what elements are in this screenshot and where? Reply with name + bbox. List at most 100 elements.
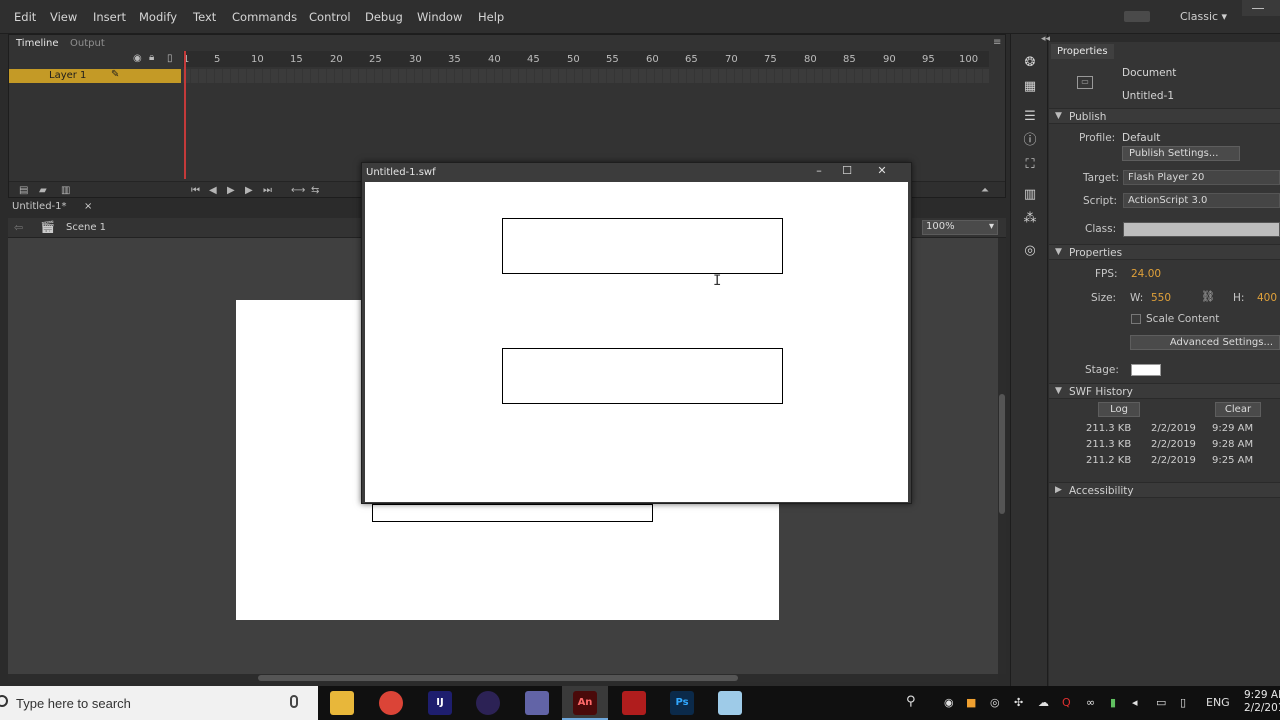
stage-text-field[interactable]: [372, 504, 653, 522]
eye-icon[interactable]: ◉: [133, 53, 142, 64]
target-select[interactable]: Flash Player 20: [1123, 170, 1280, 185]
layer-row[interactable]: Layer 1 ✎: [9, 69, 181, 83]
tray-app-icon[interactable]: ◉: [944, 696, 954, 709]
step-forward-icon[interactable]: ▶: [245, 185, 253, 196]
tab-properties[interactable]: Properties: [1051, 44, 1114, 59]
vertical-scrollbar[interactable]: [998, 238, 1006, 674]
people-icon[interactable]: ⚲: [906, 694, 916, 709]
tray-app-icon[interactable]: ▮: [1110, 696, 1116, 709]
animate-icon[interactable]: An: [573, 691, 597, 715]
tab-output[interactable]: Output: [65, 37, 110, 50]
swf-history-section-header[interactable]: ▼ SWF History: [1049, 383, 1280, 399]
frame-ruler[interactable]: 1 5 10 15 20 25 30 35 40 45 50 55 60 65 …: [183, 51, 989, 67]
go-last-frame-icon[interactable]: ⏭: [263, 185, 272, 196]
zoom-select[interactable]: 100% ▾: [922, 220, 998, 235]
tray-app-icon[interactable]: ■: [966, 696, 976, 709]
workspace-switcher[interactable]: Classic ▾: [1180, 10, 1227, 23]
minimize-button[interactable]: –: [805, 163, 833, 179]
scrollbar-thumb[interactable]: [258, 675, 738, 681]
publish-settings-button[interactable]: Publish Settings...: [1122, 146, 1240, 161]
microphone-icon[interactable]: [290, 695, 298, 708]
cc-libraries-icon[interactable]: ◎: [1022, 244, 1038, 258]
back-arrow-icon[interactable]: ⇦: [14, 221, 23, 234]
color-icon[interactable]: ❂: [1022, 56, 1038, 70]
language-indicator[interactable]: ENG: [1206, 696, 1230, 709]
menu-commands[interactable]: Commands: [232, 10, 297, 24]
link-icon[interactable]: ⛓: [1201, 290, 1215, 303]
outline-icon[interactable]: ▯: [167, 53, 173, 64]
menu-window[interactable]: Window: [417, 10, 462, 24]
accessibility-section-header[interactable]: ▶ Accessibility: [1049, 482, 1280, 498]
app-minimize-button[interactable]: [1242, 0, 1280, 16]
close-icon[interactable]: ×: [84, 201, 92, 212]
swf-text-input[interactable]: I: [502, 218, 783, 289]
menu-view[interactable]: View: [50, 10, 77, 24]
menu-debug[interactable]: Debug: [365, 10, 403, 24]
battery-icon[interactable]: ▯: [1180, 696, 1186, 709]
file-explorer-icon[interactable]: [330, 691, 354, 715]
photoshop-icon[interactable]: Ps: [670, 691, 694, 715]
width-value[interactable]: 550: [1151, 292, 1171, 304]
new-layer-icon[interactable]: ▤: [19, 185, 28, 196]
align-icon[interactable]: ☰: [1022, 110, 1038, 124]
info-icon[interactable]: ⓘ: [1022, 134, 1038, 148]
onedrive-icon[interactable]: ☁: [1038, 696, 1049, 709]
step-back-icon[interactable]: ◀: [209, 185, 217, 196]
eclipse-icon[interactable]: [476, 691, 500, 715]
swf-text-input[interactable]: [502, 348, 783, 404]
fps-value[interactable]: 24.00: [1131, 268, 1161, 280]
advanced-settings-button[interactable]: Advanced Settings...: [1130, 335, 1280, 350]
transform-icon[interactable]: ⛶: [1022, 158, 1038, 172]
menu-edit[interactable]: Edit: [14, 10, 36, 24]
menu-insert[interactable]: Insert: [93, 10, 126, 24]
teams-icon[interactable]: [525, 691, 549, 715]
sync-settings-icon[interactable]: [1124, 11, 1150, 22]
layer-name[interactable]: Layer 1: [49, 70, 86, 81]
library-icon[interactable]: ▥: [1022, 188, 1038, 202]
swatches-icon[interactable]: ▦: [1022, 80, 1038, 94]
go-first-frame-icon[interactable]: ⏮: [191, 185, 200, 196]
tray-app-icon[interactable]: Q: [1062, 696, 1071, 709]
tray-app-icon[interactable]: ◎: [990, 696, 1000, 709]
clear-button[interactable]: Clear: [1215, 402, 1261, 417]
scrollbar-thumb[interactable]: [999, 394, 1005, 514]
new-folder-icon[interactable]: ▰: [39, 185, 47, 196]
collapse-icon[interactable]: ⏶: [981, 185, 989, 196]
height-value[interactable]: 400: [1257, 292, 1277, 304]
play-icon[interactable]: ▶: [227, 185, 235, 196]
class-input[interactable]: [1123, 222, 1280, 237]
swf-player-window[interactable]: Untitled-1.swf – ☐ ✕ I: [361, 162, 912, 504]
loop-icon[interactable]: ⟷: [291, 185, 305, 196]
script-select[interactable]: ActionScript 3.0: [1123, 193, 1280, 208]
motion-presets-icon[interactable]: ⁂: [1022, 212, 1038, 226]
log-button[interactable]: Log: [1098, 402, 1140, 417]
tab-timeline[interactable]: Timeline: [11, 37, 64, 50]
menu-text[interactable]: Text: [193, 10, 216, 24]
close-button[interactable]: ✕: [868, 163, 896, 179]
center-frame-icon[interactable]: ⇆: [311, 185, 319, 196]
menu-control[interactable]: Control: [309, 10, 351, 24]
chrome-icon[interactable]: [379, 691, 403, 715]
properties-section-header[interactable]: ▼ Properties: [1049, 244, 1280, 260]
intellij-icon[interactable]: IJ: [428, 691, 452, 715]
publish-section-header[interactable]: ▼ Publish: [1049, 108, 1280, 124]
document-tab[interactable]: Untitled-1*: [12, 201, 67, 212]
volume-icon[interactable]: ◂: [1132, 696, 1138, 709]
menu-modify[interactable]: Modify: [139, 10, 177, 24]
taskbar-search[interactable]: Type here to search: [0, 686, 318, 720]
lock-icon[interactable]: 🔒︎: [149, 52, 154, 63]
notepad-icon[interactable]: [718, 691, 742, 715]
horizontal-scrollbar[interactable]: [8, 674, 998, 682]
tray-app-icon[interactable]: ✣: [1014, 696, 1023, 709]
tray-app-icon[interactable]: ∞: [1086, 696, 1095, 709]
clock[interactable]: 9:29 AM 2/2/2019: [1244, 689, 1280, 715]
maximize-button[interactable]: ☐: [833, 163, 861, 179]
stage-color-swatch[interactable]: [1131, 364, 1161, 376]
trash-icon[interactable]: ▥: [61, 185, 70, 196]
menu-help[interactable]: Help: [478, 10, 504, 24]
scale-content-checkbox[interactable]: [1131, 314, 1141, 324]
playhead-line[interactable]: [184, 51, 186, 179]
network-icon[interactable]: ▭: [1156, 696, 1166, 709]
flash-player-icon[interactable]: [622, 691, 646, 715]
frame-row[interactable]: [183, 69, 989, 83]
